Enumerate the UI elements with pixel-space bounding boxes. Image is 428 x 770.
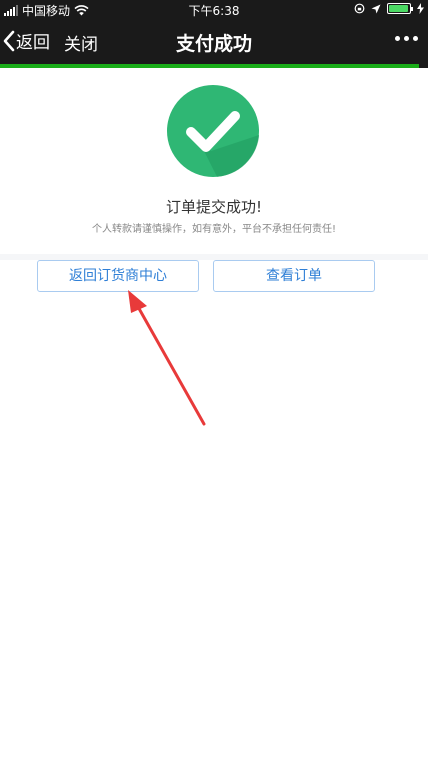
view-order-button[interactable]: 查看订单 bbox=[213, 260, 375, 292]
orientation-lock-icon bbox=[354, 3, 365, 14]
status-bar: 中国移动 下午6:38 bbox=[0, 0, 428, 20]
battery-icon bbox=[387, 3, 413, 14]
back-to-center-button[interactable]: 返回订货商中心 bbox=[37, 260, 199, 292]
check-circle-icon bbox=[167, 85, 259, 177]
nav-bar: 返回 关闭 支付成功 bbox=[0, 20, 428, 64]
status-right bbox=[354, 3, 424, 14]
location-icon bbox=[371, 4, 381, 13]
result-title: 订单提交成功! bbox=[165, 198, 262, 216]
battery-fill bbox=[389, 5, 408, 12]
result-card: 订单提交成功! 个人转款请谨慎操作，如有意外，平台不承担任何责任! bbox=[0, 68, 428, 254]
result-note: 个人转款请谨慎操作，如有意外，平台不承担任何责任! bbox=[91, 224, 336, 235]
charging-icon bbox=[417, 3, 424, 14]
page-title: 支付成功 bbox=[175, 33, 252, 55]
more-dots-icon[interactable] bbox=[395, 36, 418, 41]
